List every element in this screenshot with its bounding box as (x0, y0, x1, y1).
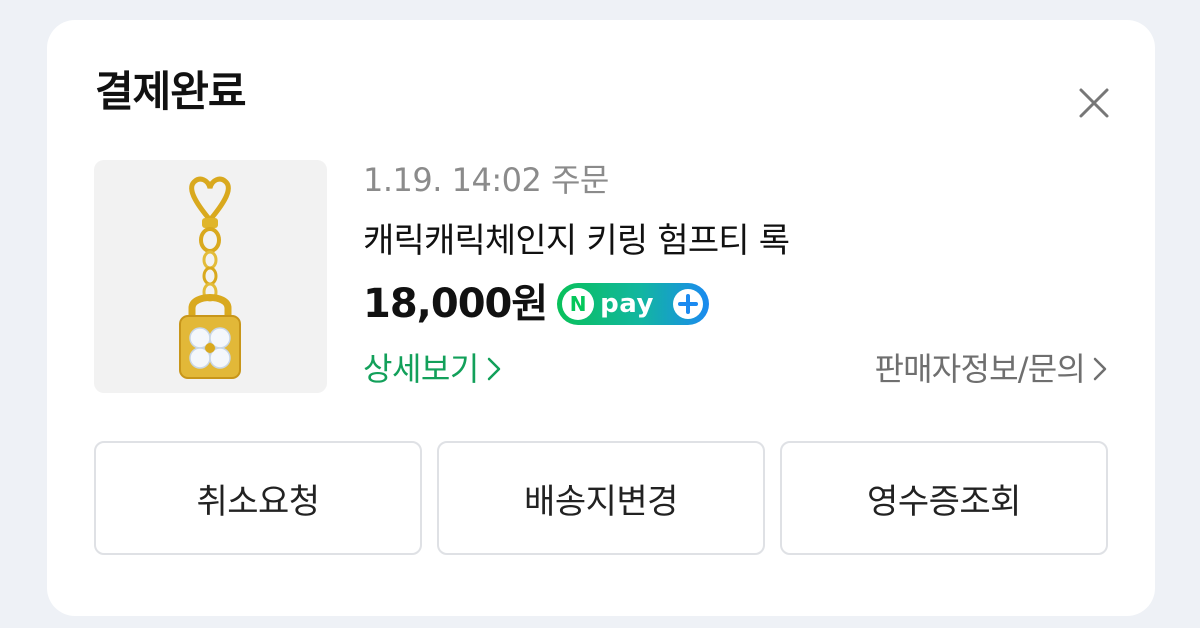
npay-text: pay (600, 289, 654, 319)
view-details-label: 상세보기 (363, 350, 479, 388)
keyring-lock-image (179, 176, 241, 379)
chevron-right-icon (1093, 357, 1107, 381)
product-price: 18,000원 (363, 281, 548, 327)
change-address-button[interactable]: 배송지변경 (437, 441, 765, 555)
action-buttons: 취소요청 배송지변경 영수증조회 (94, 441, 1108, 557)
plus-icon (673, 289, 704, 319)
naver-n-icon: N (562, 288, 595, 320)
product-thumbnail[interactable] (94, 160, 327, 393)
product-name[interactable]: 캐릭캐릭체인지 키링 험프티 록 (363, 218, 790, 264)
receipt-button[interactable]: 영수증조회 (780, 441, 1108, 555)
seller-info-link[interactable]: 판매자정보/문의 (875, 346, 1107, 392)
close-icon (1079, 88, 1109, 118)
view-details-link[interactable]: 상세보기 (363, 346, 501, 392)
chevron-right-icon (487, 357, 501, 381)
order-date: 1.19. 14:02 주문 (363, 161, 609, 199)
dialog-title: 결제완료 (95, 67, 247, 116)
cancel-request-button[interactable]: 취소요청 (94, 441, 422, 555)
seller-info-label: 판매자정보/문의 (874, 350, 1086, 388)
npay-plus-badge: N pay (557, 283, 710, 325)
order-complete-card: 결제완료 1.19. 14:02 주문 캐릭캐릭체인지 키링 험프티 록 18,… (47, 20, 1155, 616)
price-row: 18,000원 N pay (363, 276, 710, 332)
close-button[interactable] (1077, 86, 1111, 120)
